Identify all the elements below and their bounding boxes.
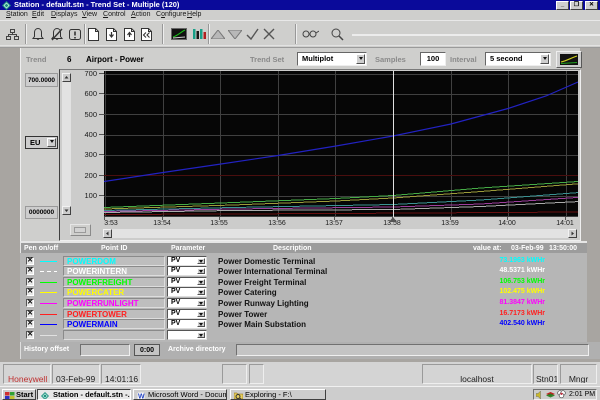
svg-text:W: W: [138, 394, 145, 400]
